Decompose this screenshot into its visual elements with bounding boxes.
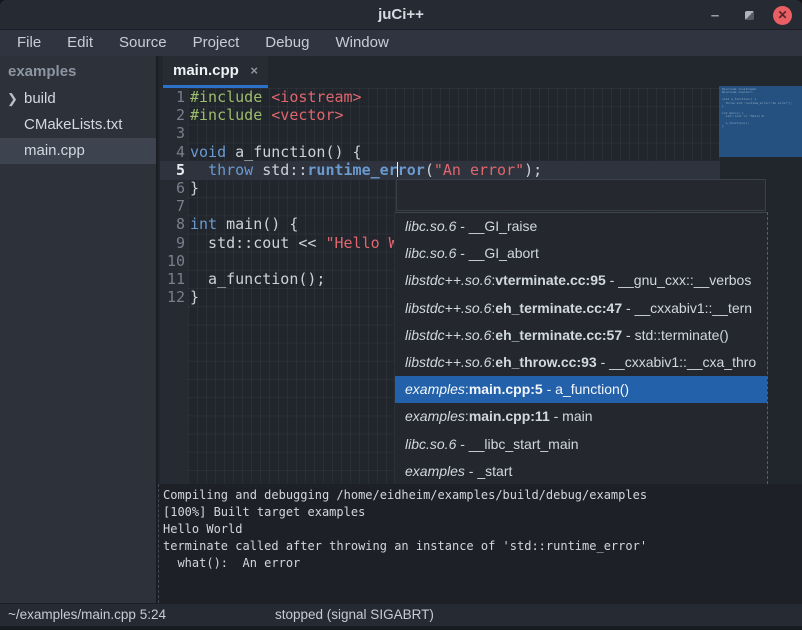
window-controls: – ✕ (705, 0, 792, 30)
maximize-icon (745, 11, 754, 20)
terminal-line: what(): An error (159, 555, 802, 572)
line-text: } (190, 288, 199, 306)
file-tree: ❯buildCMakeLists.txtmain.cpp (0, 86, 156, 164)
line-text: throw std::runtime_error("An error"); (190, 161, 542, 179)
tab-main-cpp[interactable]: main.cpp × (163, 56, 268, 88)
backtrace-popup: libc.so.6 - __GI_raiselibc.so.6 - __GI_a… (394, 212, 768, 484)
line-number: 7 (160, 197, 185, 215)
minimize-button[interactable]: – (705, 5, 725, 25)
backtrace-item[interactable]: libstdc++.so.6:vterminate.cc:95 - __gnu_… (395, 267, 767, 294)
tab-bar: main.cpp × (160, 56, 802, 88)
terminal-output[interactable]: Compiling and debugging /home/eidheim/ex… (158, 484, 802, 603)
app-window: juCi++ – ✕ File Edit Source Project Debug Win… (0, 0, 802, 630)
title-bar[interactable]: juCi++ – ✕ (0, 0, 802, 30)
project-sidebar: examples ❯buildCMakeLists.txtmain.cpp (0, 56, 158, 603)
line-number: 10 (160, 252, 185, 270)
code-line-5: 5 throw std::runtime_error("An error"); (160, 161, 802, 179)
tab-close-icon[interactable]: × (242, 63, 258, 78)
project-name: examples (0, 56, 156, 86)
menu-item-file[interactable]: File (8, 30, 50, 56)
code-line-4: 4 void a_function() { (160, 143, 802, 161)
maximize-button[interactable] (739, 5, 759, 25)
menu-item-project[interactable]: Project (184, 30, 249, 56)
line-text: #include <vector> (190, 106, 344, 124)
line-number: 3 (160, 124, 185, 142)
line-number: 11 (160, 270, 185, 288)
line-text: a_function(); (190, 270, 325, 288)
line-number: 9 (160, 234, 185, 252)
sidebar-item-build[interactable]: ❯build (0, 86, 156, 112)
window-title: juCi++ (0, 0, 802, 30)
code-minimap[interactable]: #include <iostream> #include <vector> vo… (719, 86, 802, 157)
sidebar-item-main-cpp[interactable]: main.cpp (0, 138, 156, 164)
terminal-line: Hello World (159, 521, 802, 538)
code-line-2: 2 #include <vector> (160, 106, 802, 124)
line-number: 8 (160, 215, 185, 233)
terminal-lines: Compiling and debugging /home/eidheim/ex… (159, 487, 802, 572)
menu-item-debug[interactable]: Debug (256, 30, 318, 56)
line-text: std::cout << "Hello W (190, 234, 398, 252)
backtrace-item[interactable]: examples:main.cpp:5 - a_function() (395, 376, 767, 403)
line-text: } (190, 179, 199, 197)
backtrace-item[interactable]: libstdc++.so.6:eh_terminate.cc:47 - __cx… (395, 295, 767, 322)
close-button[interactable]: ✕ (773, 6, 792, 25)
code-line-3: 3 (160, 124, 802, 142)
minimap-text: #include <iostream> #include <vector> vo… (719, 86, 802, 129)
menu-item-window[interactable]: Window (326, 30, 397, 56)
terminal-line: [100%] Built target examples (159, 504, 802, 521)
terminal-line: terminate called after throwing an insta… (159, 538, 802, 555)
line-text: #include <iostream> (190, 88, 362, 106)
backtrace-item[interactable]: libc.so.6 - __GI_abort (395, 240, 767, 267)
code-line-1: 1 #include <iostream> (160, 88, 802, 106)
backtrace-item[interactable]: libstdc++.so.6:eh_terminate.cc:57 - std:… (395, 322, 767, 349)
line-text: int main() { (190, 215, 298, 233)
status-bar: ~/examples/main.cpp 5:24 stopped (signal… (0, 603, 802, 626)
tab-label: main.cpp (173, 62, 242, 79)
terminal-line: Compiling and debugging /home/eidheim/ex… (159, 487, 802, 504)
line-text: void a_function() { (190, 143, 362, 161)
sidebar-item-cmakelists-txt[interactable]: CMakeLists.txt (0, 112, 156, 138)
menu-item-source[interactable]: Source (110, 30, 176, 56)
chevron-right-icon[interactable]: ❯ (7, 86, 18, 112)
status-file-location: ~/examples/main.cpp 5:24 (8, 604, 166, 626)
backtrace-item[interactable]: examples - _start (395, 458, 767, 484)
tooltip-box (396, 179, 766, 211)
line-number: 4 (160, 143, 185, 161)
backtrace-item[interactable]: libc.so.6 - __libc_start_main (395, 431, 767, 458)
backtrace-item[interactable]: examples:main.cpp:11 - main (395, 403, 767, 430)
backtrace-item[interactable]: libc.so.6 - __GI_raise (395, 213, 767, 240)
status-debug-state: stopped (signal SIGABRT) (275, 604, 434, 626)
menu-bar: File Edit Source Project Debug Window (0, 30, 802, 56)
line-number: 5 (160, 161, 185, 179)
line-number: 2 (160, 106, 185, 124)
window-bottom-edge (0, 626, 802, 630)
line-number: 6 (160, 179, 185, 197)
backtrace-item[interactable]: libstdc++.so.6:eh_throw.cc:93 - __cxxabi… (395, 349, 767, 376)
line-number: 12 (160, 288, 185, 306)
menu-item-edit[interactable]: Edit (58, 30, 102, 56)
line-number: 1 (160, 88, 185, 106)
